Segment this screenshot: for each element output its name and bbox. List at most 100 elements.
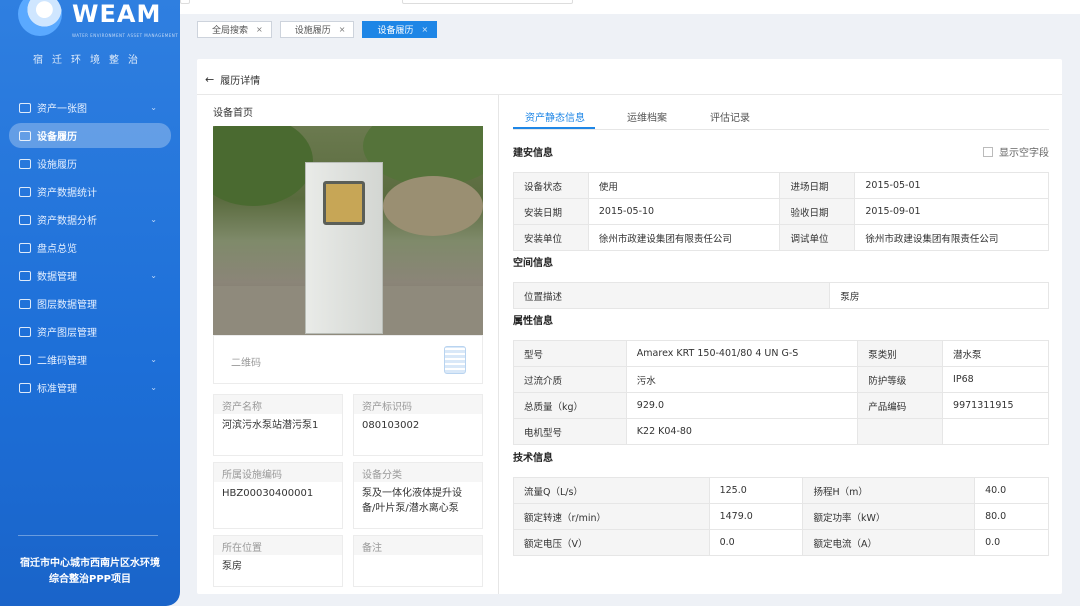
page-tab[interactable]: 设施履历 × [279,21,355,38]
attr-info-title: 属性信息 [513,316,553,327]
table-key-cell: 额定转速（r/min） [513,503,710,530]
page-tabs: 全局搜索 × 设施履历 × 设备履历 × [197,21,438,38]
standard-icon [19,382,31,393]
table-value-cell: 徐州市政建设集团有限责任公司 [587,224,781,251]
table-key-cell: 型号 [513,340,627,367]
tab-maintenance[interactable]: 运维档案 [627,109,667,124]
close-icon[interactable]: × [256,25,263,34]
sidebar-item[interactable]: 资产图层管理 [9,319,171,344]
sidebar-item-label: 资产图层管理 [37,328,97,339]
photo-foliage [383,176,483,236]
sidebar-item[interactable]: 盘点总览 [9,235,171,260]
show-empty-toggle[interactable]: 显示空字段 [983,144,1049,159]
layer-asset-icon [19,326,31,337]
table-value-cell: 40.0 [974,477,1049,504]
sidebar-item-label: 数据管理 [37,272,77,283]
table-value-cell: 使用 [587,172,781,199]
table-value-cell: 2015-09-01 [854,198,1049,225]
show-empty-checkbox[interactable] [983,146,993,157]
page-tab-label: 设备履历 [377,26,414,36]
back-link[interactable]: ← 履历详情 [205,72,260,87]
sidebar-item[interactable]: 设施履历 [9,151,171,176]
sidebar-item[interactable]: 图层数据管理 [9,291,171,316]
stats-icon [19,186,31,197]
sidebar-item[interactable]: 设备履历 [9,123,171,148]
field-key: 设备分类 [354,463,482,482]
table-value-cell: 污水 [625,366,859,393]
qrcode-icon[interactable] [444,346,466,374]
tech-info-title: 技术信息 [513,453,553,464]
sidebar-item[interactable]: 数据管理 ⌄ [9,263,171,288]
sidebar-item[interactable]: 二维码管理 ⌄ [9,347,171,372]
table-key-cell: 扬程H（m） [802,477,976,504]
sidebar-item[interactable]: 资产一张图 ⌄ [9,95,171,120]
table-value-cell: 0.0 [974,529,1049,556]
close-icon[interactable]: × [339,25,346,34]
tab-evaluation[interactable]: 评估记录 [710,109,750,124]
sidebar-item-label: 资产一张图 [37,104,87,115]
tab-static-info[interactable]: 资产静态信息 [525,109,585,124]
layer-icon [19,298,31,309]
table-key-cell: 总质量（kg） [513,392,627,419]
photo-foliage [213,126,313,206]
sidebar-item-label: 资产数据统计 [37,188,97,199]
table-value-cell [942,418,1049,445]
top-search-input[interactable] [402,0,573,4]
table-key-cell [857,418,944,445]
table-key-cell: 额定功率（kW） [802,503,976,530]
table-value-cell: K22 K04-80 [625,418,859,445]
table-row: 额定电压（V） 0.0 额定电流（A） 0.0 [513,529,1049,556]
table-value-cell: 80.0 [974,503,1049,530]
field-value: 泵及一体化液体提升设备/叶片泵/潜水离心泵 [362,488,462,514]
table-row: 型号 Amarex KRT 150-401/80 4 UN G-S 泵类别 潜水泵 [513,340,1049,367]
sidebar-item-label: 二维码管理 [37,356,87,367]
info-tabs: 资产静态信息 运维档案 评估记录 [513,104,1049,130]
tech-info-table: 流量Q（L/s） 125.0 扬程H（m） 40.0 额定转速（r/min） 1479.0… [513,477,1049,556]
sidebar-item-label: 设施履历 [37,160,77,171]
table-value-cell: 1479.0 [708,503,804,530]
page-tab[interactable]: 全局搜索 × [197,21,272,38]
device-icon [19,130,31,141]
field-value [354,555,482,586]
logo-subtitle: WATER ENVIRONMENT ASSET MANAGEMENT [72,33,179,38]
table-key-cell: 安装单位 [513,224,589,251]
facility-icon [19,158,31,169]
table-key-cell: 安装日期 [513,198,589,225]
chevron-down-icon: ⌄ [150,271,157,280]
sidebar: WEAM WATER ENVIRONMENT ASSET MANAGEMENT … [0,0,180,606]
collapse-toggle[interactable] [180,0,190,4]
table-row: 过流介质 污水 防护等级 IP68 [513,366,1049,393]
device-home-panel: 设备首页 二维码 资产名称 河滨污水泵站潜污泵1 资产标识码 080103002… [213,104,483,587]
sidebar-item-label: 设备履历 [37,132,77,143]
sidebar-item[interactable]: 标准管理 ⌄ [9,375,171,400]
device-photo[interactable] [213,126,483,335]
table-value-cell: Amarex KRT 150-401/80 4 UN G-S [625,340,859,367]
field-key: 所属设施编码 [214,463,342,482]
app-logo[interactable]: WEAM [18,0,161,36]
build-info-title: 建安信息 [513,148,553,159]
show-empty-label: 显示空字段 [999,148,1049,159]
table-key-cell: 流量Q（L/s） [513,477,710,504]
header-divider [197,94,1062,95]
sidebar-item-label: 标准管理 [37,384,77,395]
table-key-cell: 防护等级 [857,366,944,393]
table-key-cell: 调试单位 [779,224,856,251]
table-row: 安装日期 2015-05-10 验收日期 2015-09-01 [513,198,1049,225]
field-value: HBZ00030400001 [222,488,314,499]
page-tab[interactable]: 设备履历 × [362,21,438,38]
logo-text: WEAM [72,0,162,28]
table-value-cell: 徐州市政建设集团有限责任公司 [854,224,1049,251]
table-row: 总质量（kg） 929.0 产品编码 9971311915 [513,392,1049,419]
table-key-cell: 设备状态 [513,172,589,199]
sidebar-item-label: 盘点总览 [37,244,77,255]
field-key: 备注 [354,536,482,555]
field-value: 河滨污水泵站潜污泵1 [222,420,319,431]
close-icon[interactable]: × [421,25,428,34]
detail-card: ← 履历详情 设备首页 二维码 资产名称 河滨污水泵站潜污泵1 资产标识码 08… [197,59,1062,594]
sidebar-menu: 资产一张图 ⌄ 设备履历 设施履历 资产数据统计 资产数据分析 ⌄ 盘点总览 数据管理 ⌄ 图层数据… [0,92,180,403]
field-key: 所在位置 [214,536,342,555]
sidebar-item[interactable]: 资产数据统计 [9,179,171,204]
data-icon [19,270,31,281]
page-title: 履历详情 [220,76,261,87]
sidebar-item[interactable]: 资产数据分析 ⌄ [9,207,171,232]
